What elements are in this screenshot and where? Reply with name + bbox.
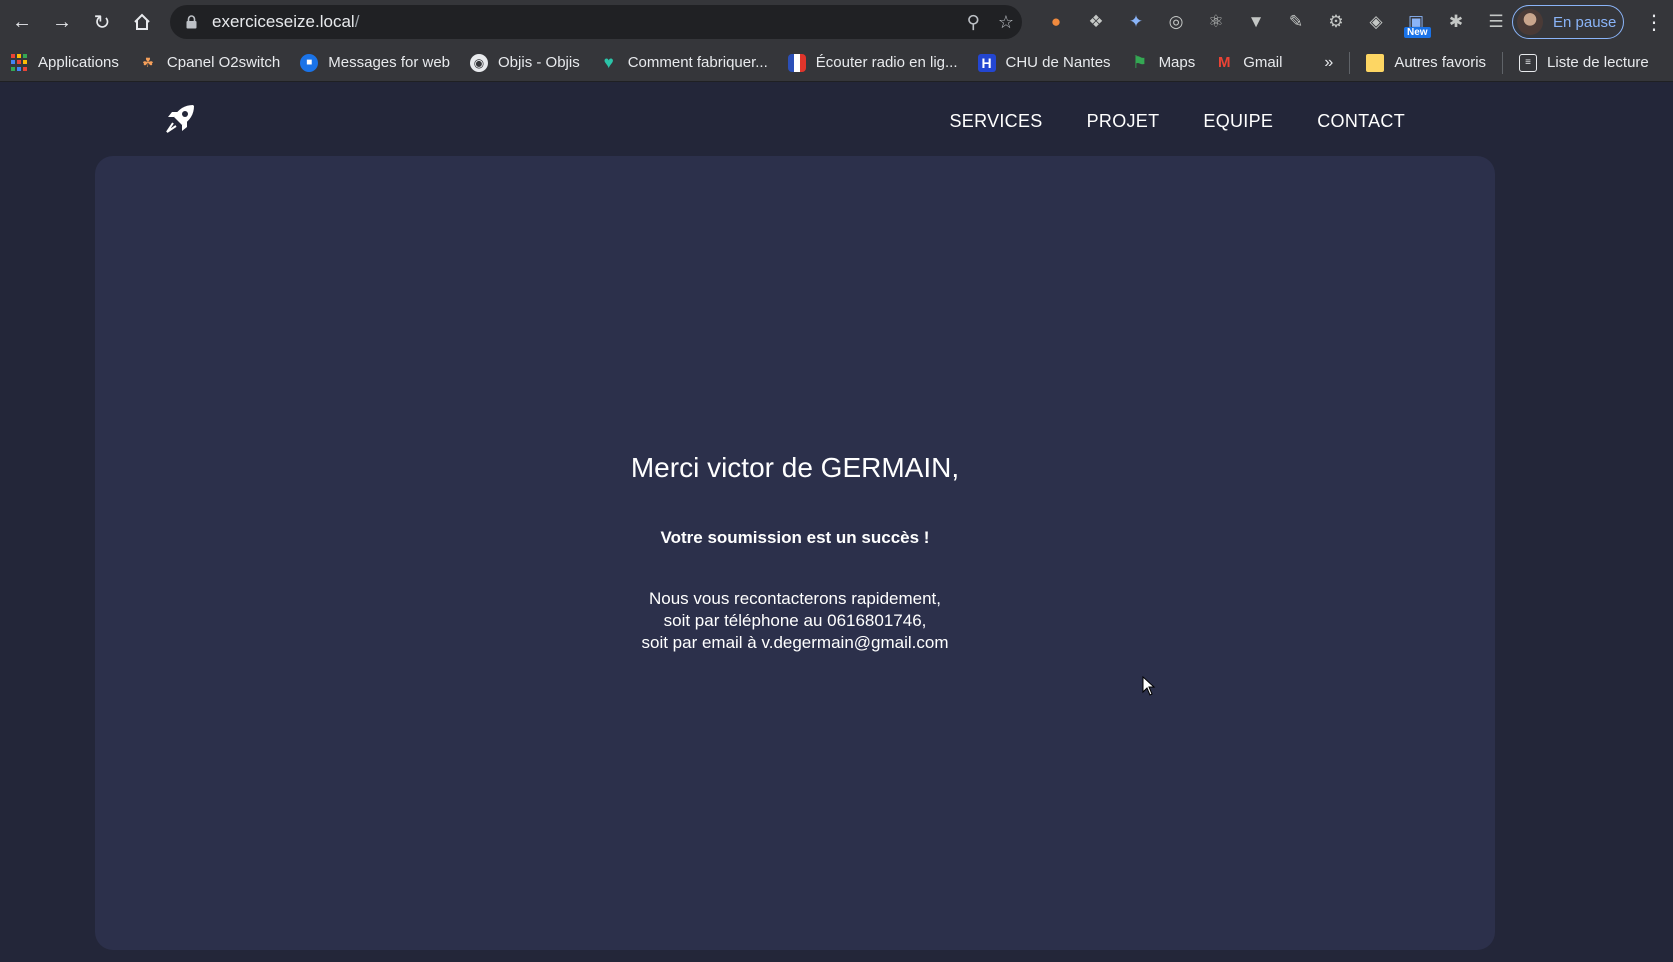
lock-icon[interactable] — [186, 15, 198, 29]
main-nav: SERVICES PROJET EQUIPE CONTACT — [949, 82, 1405, 160]
reading-list-icon: ≡ — [1519, 53, 1538, 72]
apps-grid-icon — [10, 53, 28, 72]
star-icon[interactable]: ☆ — [998, 12, 1014, 33]
maps-pin-icon: ⚑ — [1131, 52, 1148, 72]
forward-icon[interactable]: → — [42, 0, 82, 44]
url-text[interactable]: exerciceseize.local/ — [212, 12, 359, 32]
extensions-puzzle-icon[interactable]: ✱ — [1436, 0, 1476, 44]
globe-icon: ◉ — [470, 53, 489, 72]
bookmark-label: Objis - Objis — [498, 54, 580, 71]
bookmarks-overflow-button[interactable]: » — [1314, 54, 1343, 72]
bookmark-label: Cpanel O2switch — [166, 54, 281, 71]
media-control-icon[interactable]: ☰ — [1476, 0, 1516, 44]
nav-services[interactable]: SERVICES — [949, 111, 1042, 132]
messages-icon: ■ — [300, 53, 319, 72]
extension-orange-icon[interactable]: ● — [1036, 0, 1076, 44]
extension-gear-icon[interactable]: ⚙ — [1316, 0, 1356, 44]
back-icon[interactable]: ← — [2, 0, 42, 44]
reading-list-label: Liste de lecture — [1547, 54, 1649, 71]
profile-button[interactable]: En pause — [1512, 5, 1624, 39]
bookmark-label: Applications — [38, 54, 119, 71]
bookmark-comment-fabriquer[interactable]: ♥ Comment fabriquer... — [590, 44, 778, 82]
hospital-icon: H — [977, 53, 996, 72]
folder-icon — [1366, 53, 1385, 72]
mouse-cursor-icon — [1142, 675, 1156, 696]
extension-new-icon[interactable]: ▣ New — [1396, 0, 1436, 44]
new-badge: New — [1404, 27, 1431, 38]
bookmark-label: Écouter radio en lig... — [815, 54, 958, 71]
cpanel-icon: ☘ — [142, 54, 154, 70]
contact-line-1: Nous vous recontacterons rapidement, — [649, 589, 941, 608]
bookmark-label: CHU de Nantes — [1005, 54, 1111, 71]
bookmark-maps[interactable]: ⚑ Maps — [1121, 44, 1206, 82]
extension-grid-icon[interactable]: ❖ — [1076, 0, 1116, 44]
bookmark-applications[interactable]: Applications — [0, 44, 129, 82]
extension-pen-icon[interactable]: ✎ — [1276, 0, 1316, 44]
extension-pocket-icon[interactable]: ▼ — [1236, 0, 1276, 44]
nav-projet[interactable]: PROJET — [1087, 111, 1160, 132]
profile-status: En pause — [1553, 13, 1617, 31]
gmail-icon: M — [1218, 54, 1231, 71]
heart-icon: ♥ — [603, 52, 614, 72]
rocket-logo-icon[interactable] — [163, 102, 197, 136]
confirmation-card: Merci victor de GERMAIN, Votre soumissio… — [95, 156, 1495, 950]
avatar — [1517, 9, 1543, 35]
bookmark-gmail[interactable]: M Gmail — [1205, 44, 1292, 82]
contact-line-3: soit par email à v.degermain@gmail.com — [641, 633, 949, 652]
omnibox-actions: ⚲ ☆ — [967, 5, 1014, 39]
contact-details: Nous vous recontacterons rapidement, soi… — [95, 588, 1495, 654]
bookmark-radio[interactable]: Écouter radio en lig... — [778, 44, 968, 82]
menu-kebab-icon[interactable]: ⋮ — [1640, 0, 1668, 44]
reload-icon[interactable]: ↻ — [82, 0, 122, 44]
reading-list-button[interactable]: ≡ Liste de lecture — [1509, 44, 1659, 82]
bookmark-cpanel[interactable]: ☘ Cpanel O2switch — [129, 44, 290, 82]
bookmarks-bar: Applications ☘ Cpanel O2switch ■ Message… — [0, 44, 1673, 82]
bookmarks-divider — [1349, 51, 1351, 74]
bookmark-objis[interactable]: ◉ Objis - Objis — [460, 44, 590, 82]
greeting-heading: Merci victor de GERMAIN, — [630, 452, 960, 483]
contact-line-2: soit par téléphone au 0616801746, — [663, 611, 927, 630]
address-bar[interactable]: exerciceseize.local/ ⚲ ☆ — [170, 5, 1022, 39]
nav-equipe[interactable]: EQUIPE — [1203, 111, 1273, 132]
nav-buttons: ← → ↻ — [2, 0, 162, 44]
browser-toolbar: ← → ↻ exerciceseize.local/ ⚲ ☆ ● ❖ ✦ ◎ ⚛… — [0, 0, 1673, 44]
zoom-icon[interactable]: ⚲ — [967, 12, 980, 33]
bookmark-other-folder[interactable]: Autres favoris — [1356, 44, 1496, 82]
bookmark-label: Maps — [1158, 54, 1196, 71]
bookmark-messages[interactable]: ■ Messages for web — [290, 44, 460, 82]
success-message: Votre soumission est un succès ! — [660, 528, 930, 547]
home-icon[interactable] — [122, 0, 162, 44]
bookmarks-divider — [1502, 51, 1504, 74]
bookmark-label: Comment fabriquer... — [627, 54, 768, 71]
bookmark-chu-nantes[interactable]: H CHU de Nantes — [968, 44, 1121, 82]
extension-atom-icon[interactable]: ⚛ — [1196, 0, 1236, 44]
bookmark-label: Gmail — [1243, 54, 1283, 71]
radio-flag-icon — [787, 53, 806, 72]
bookmark-label: Autres favoris — [1394, 54, 1487, 71]
extension-palette-icon[interactable]: ◈ — [1356, 0, 1396, 44]
bookmark-label: Messages for web — [328, 54, 451, 71]
nav-contact[interactable]: CONTACT — [1317, 111, 1405, 132]
extension-bolt-icon[interactable]: ✦ — [1116, 0, 1156, 44]
site-header: SERVICES PROJET EQUIPE CONTACT — [0, 82, 1673, 156]
extension-target-icon[interactable]: ◎ — [1156, 0, 1196, 44]
extensions-bar: ● ❖ ✦ ◎ ⚛ ▼ ✎ ⚙ ◈ ▣ New ✱ ☰ — [1036, 0, 1516, 44]
